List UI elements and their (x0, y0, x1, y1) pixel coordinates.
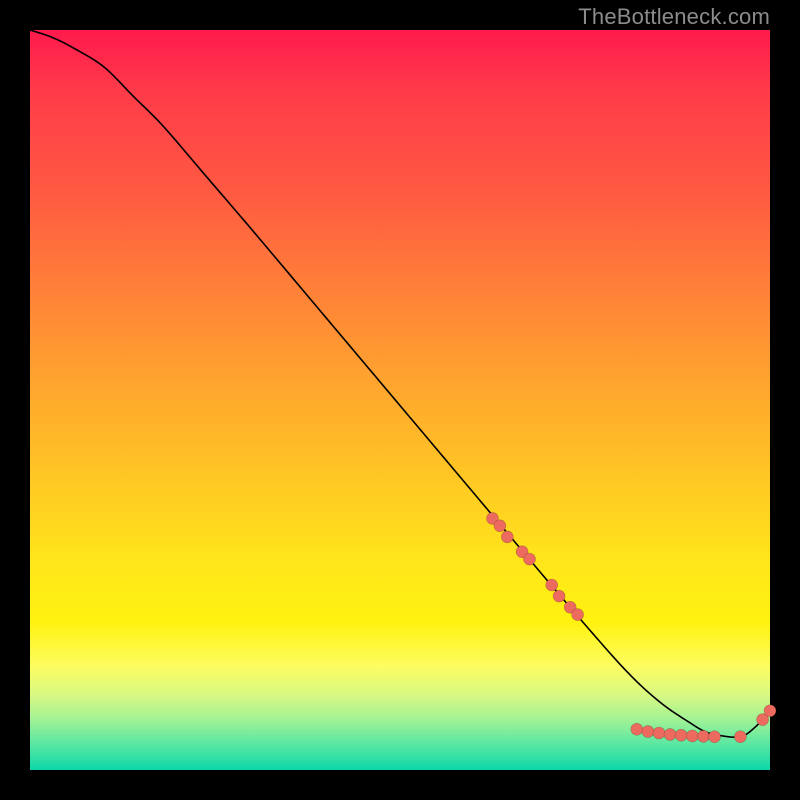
watermark-text: TheBottleneck.com (578, 4, 770, 30)
plot-area (30, 30, 770, 770)
data-point-marker (642, 726, 654, 738)
chart-overlay (30, 30, 770, 770)
data-point-marker (709, 731, 721, 743)
markers-group (487, 512, 777, 742)
data-point-marker (546, 579, 558, 591)
data-point-marker (572, 609, 584, 621)
data-point-marker (553, 590, 565, 602)
data-point-marker (494, 520, 506, 532)
data-point-marker (653, 727, 665, 739)
data-point-marker (734, 731, 746, 743)
data-point-marker (631, 723, 643, 735)
bottleneck-curve (30, 30, 770, 737)
data-point-marker (686, 730, 698, 742)
data-point-marker (664, 728, 676, 740)
data-point-marker (675, 729, 687, 741)
data-point-marker (764, 705, 776, 717)
data-point-marker (501, 531, 513, 543)
data-point-marker (524, 553, 536, 565)
data-point-marker (697, 730, 709, 742)
chart-frame: TheBottleneck.com (0, 0, 800, 800)
